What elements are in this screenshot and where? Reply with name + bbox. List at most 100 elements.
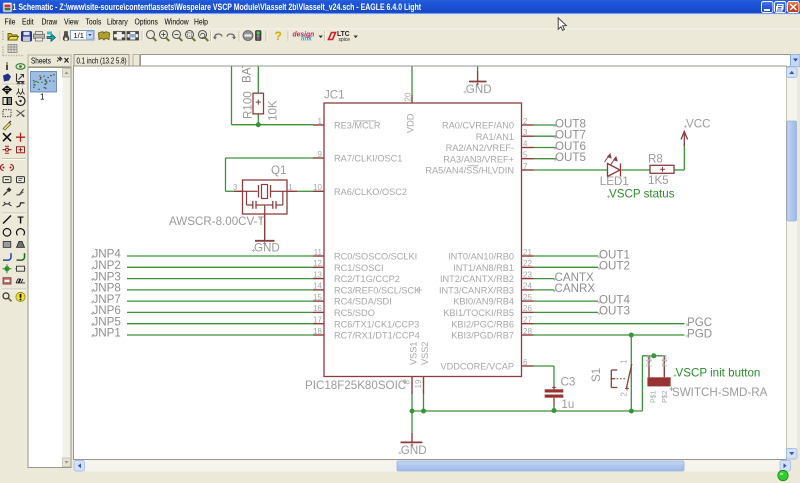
svg-text:21: 21 xyxy=(523,248,532,257)
svg-text:Tools: Tools xyxy=(86,16,102,26)
svg-text:INT0/AN10/RB0: INT0/AN10/RB0 xyxy=(448,252,514,262)
svg-text:R8: R8 xyxy=(648,153,663,166)
svg-text:OUT3: OUT3 xyxy=(599,305,630,318)
svg-text:VCC: VCC xyxy=(686,118,710,131)
svg-text:17: 17 xyxy=(313,316,322,325)
svg-text:T: T xyxy=(17,215,23,226)
svg-text:OUT5: OUT5 xyxy=(555,151,586,164)
svg-text:7: 7 xyxy=(523,162,528,171)
svg-text:RC7/RX1/DT1/CCP4: RC7/RX1/DT1/CCP4 xyxy=(334,331,420,341)
svg-text:Draw: Draw xyxy=(42,16,58,26)
svg-text:File: File xyxy=(5,16,16,26)
svg-text:link: link xyxy=(301,35,312,42)
svg-text:2: 2 xyxy=(620,392,629,397)
svg-text:6: 6 xyxy=(523,358,528,367)
svg-text:GND: GND xyxy=(401,444,427,457)
svg-text:Library: Library xyxy=(107,16,128,26)
svg-text:Help: Help xyxy=(194,16,209,26)
svg-text:0.1 inch (13.2 5.8): 0.1 inch (13.2 5.8) xyxy=(77,55,127,65)
svg-text:RE3/MCLR: RE3/MCLR xyxy=(334,121,381,131)
svg-text:GND: GND xyxy=(254,242,280,255)
svg-text:1: 1 xyxy=(620,359,629,364)
svg-text:20: 20 xyxy=(404,92,413,101)
svg-text:13: 13 xyxy=(313,270,322,279)
svg-text:View: View xyxy=(64,16,79,26)
svg-text:RA6/CLKO/OSC2: RA6/CLKO/OSC2 xyxy=(334,187,407,197)
svg-text:spice: spice xyxy=(339,37,351,43)
svg-text:10: 10 xyxy=(313,183,322,192)
svg-text:Options: Options xyxy=(135,16,158,26)
svg-text:19: 19 xyxy=(414,379,423,388)
svg-text:RA1/AN1: RA1/AN1 xyxy=(476,132,514,142)
svg-text:10K: 10K xyxy=(267,100,280,121)
svg-text:RA2/AN2/VREF-: RA2/AN2/VREF- xyxy=(446,143,514,153)
svg-text:GND: GND xyxy=(466,83,492,96)
svg-text:PGD: PGD xyxy=(687,327,712,340)
svg-text:Sheets: Sheets xyxy=(31,55,51,65)
svg-text:1: 1 xyxy=(318,117,323,126)
svg-text:KBI3/PGD/RB7: KBI3/PGD/RB7 xyxy=(451,331,514,341)
svg-text:OUT2: OUT2 xyxy=(599,260,630,273)
svg-text:1 Schematic - Z:\www\site-sour: 1 Schematic - Z:\www\site-source\content… xyxy=(13,2,422,12)
svg-text:SWITCH-SMD-RA: SWITCH-SMD-RA xyxy=(672,386,768,399)
svg-text:RA3/AN3/VREF+: RA3/AN3/VREF+ xyxy=(443,154,514,164)
svg-text:24: 24 xyxy=(523,282,532,291)
svg-text:S1: S1 xyxy=(590,368,603,382)
svg-text:9: 9 xyxy=(318,150,323,159)
svg-text:VSCP init button: VSCP init button xyxy=(676,367,761,380)
svg-text:VSS1: VSS1 xyxy=(409,342,419,366)
svg-text:26: 26 xyxy=(523,304,532,313)
svg-text:C3: C3 xyxy=(561,376,576,389)
svg-text:?: ? xyxy=(275,29,282,43)
svg-text:PIC18F25K80SOIC: PIC18F25K80SOIC xyxy=(305,379,406,392)
svg-text:VSS2: VSS2 xyxy=(420,342,430,366)
svg-text:1: 1 xyxy=(288,183,293,192)
svg-text:3: 3 xyxy=(233,183,238,192)
svg-text:P$2: P$2 xyxy=(662,390,669,403)
svg-text:LED1: LED1 xyxy=(600,175,629,188)
svg-text:27: 27 xyxy=(523,316,532,325)
svg-text:22: 22 xyxy=(523,259,532,268)
svg-text:CANRX: CANRX xyxy=(555,282,596,295)
svg-text:KBI1/TOCKI/RB5: KBI1/TOCKI/RB5 xyxy=(443,308,514,318)
svg-text:16: 16 xyxy=(313,304,322,313)
svg-text:Window: Window xyxy=(165,16,189,26)
svg-text:1/1: 1/1 xyxy=(74,31,84,40)
svg-text:VDD: VDD xyxy=(406,113,416,133)
svg-text:RC0/SOSCO/SCLKI: RC0/SOSCO/SCLKI xyxy=(334,252,417,262)
svg-text:23: 23 xyxy=(523,270,532,279)
svg-text:12: 12 xyxy=(313,259,322,268)
svg-text:P$4: P$4 xyxy=(662,354,669,367)
svg-text:18: 18 xyxy=(313,327,322,336)
svg-text:INT1/AN8/RB1: INT1/AN8/RB1 xyxy=(453,263,514,273)
svg-text:3: 3 xyxy=(523,128,528,137)
svg-text:RA0/CVREF/AN0: RA0/CVREF/AN0 xyxy=(442,121,514,131)
svg-text:1: 1 xyxy=(40,93,45,102)
svg-text:1K5: 1K5 xyxy=(648,174,669,187)
svg-text:11: 11 xyxy=(314,248,323,257)
svg-text:INT2/CANTX/RB2: INT2/CANTX/RB2 xyxy=(440,274,514,284)
svg-text:JNP1: JNP1 xyxy=(93,327,121,340)
svg-text:RA5/AN4/SS/HLVDIN: RA5/AN4/SS/HLVDIN xyxy=(425,166,514,176)
svg-text:RA7/CLKI/OSC1: RA7/CLKI/OSC1 xyxy=(334,154,402,164)
svg-text:14: 14 xyxy=(313,282,322,291)
svg-text:JC1: JC1 xyxy=(324,89,345,102)
svg-text:28: 28 xyxy=(523,327,532,336)
svg-text:INT3/CANRX/RB3: INT3/CANRX/RB3 xyxy=(439,286,514,296)
svg-text:25: 25 xyxy=(523,293,532,302)
svg-text:RC4/SDA/SDI: RC4/SDA/SDI xyxy=(334,297,392,307)
svg-text:15: 15 xyxy=(313,293,322,302)
svg-text:Edit: Edit xyxy=(22,16,34,26)
svg-text:RC6/TX1/CK1/CCP3: RC6/TX1/CK1/CCP3 xyxy=(334,319,419,329)
svg-text:R100: R100 xyxy=(242,91,255,119)
svg-text:4: 4 xyxy=(523,139,528,148)
svg-text:2: 2 xyxy=(523,117,528,126)
svg-text:5: 5 xyxy=(523,151,528,160)
svg-text:i: i xyxy=(6,62,9,73)
svg-text:P$1: P$1 xyxy=(651,390,658,403)
svg-text:RC3/REF0/SCL/SCK: RC3/REF0/SCL/SCK xyxy=(334,286,421,296)
svg-text:RC2/T1G/CCP2: RC2/T1G/CCP2 xyxy=(334,274,400,284)
svg-text:VSCP status: VSCP status xyxy=(609,188,675,201)
svg-text:AWSCR-8.00CV-T: AWSCR-8.00CV-T xyxy=(169,215,265,228)
svg-text:RC1/SOSCI: RC1/SOSCI xyxy=(334,263,384,273)
